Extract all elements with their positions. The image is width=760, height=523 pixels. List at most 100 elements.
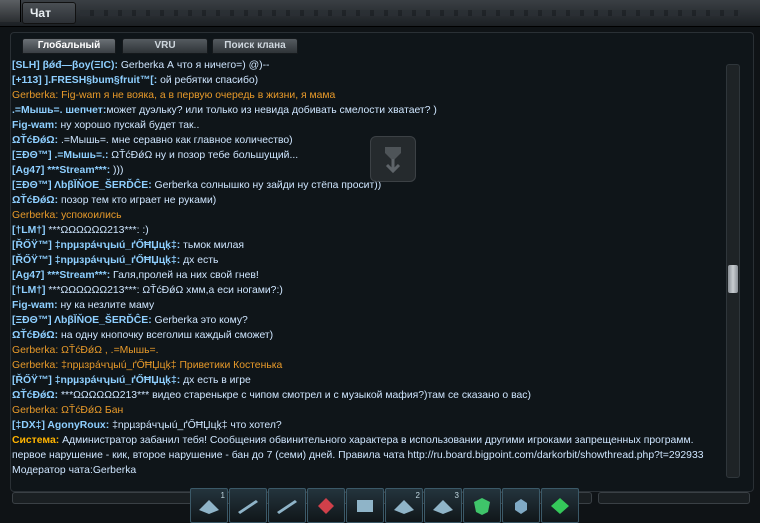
slot-quantity: 3: [454, 491, 459, 500]
message-text: Администратор забанил тебя! Сообщения об…: [12, 435, 704, 476]
message-author[interactable]: [ΞĐΘ™] .=Мышь=.:: [12, 150, 108, 161]
laser-icon: [277, 500, 297, 514]
chat-message: Gerberka: ‡npµɜpáчʮыú_ґŐĦЏцķ‡ Приветики …: [12, 358, 718, 373]
message-author[interactable]: Fig-wam:: [12, 300, 58, 311]
message-text: .=Мышь=. мне серавно как главное количес…: [58, 135, 293, 146]
chat-scrollbar[interactable]: [726, 64, 740, 478]
message-text: Gerberka солнышко ну зайди ну стёпа прос…: [151, 180, 382, 191]
laser-icon: [238, 500, 258, 514]
message-text: успокоились: [58, 210, 122, 221]
chat-message: [ΞĐΘ™] ΛbβĬŇOE_ŠERĎĈE: Gerberka это кому…: [12, 313, 718, 328]
mine-icon: [318, 498, 334, 514]
chat-log[interactable]: [SLH] βǿđ—βoy(ΞIC): Gerberka А что я нич…: [12, 58, 718, 478]
tab-clan-search[interactable]: Поиск клана: [212, 38, 298, 54]
message-text: дх есть в игре: [180, 375, 251, 386]
message-text: ну ка незлите маму: [57, 300, 155, 311]
repair-icon: [551, 498, 569, 514]
message-author[interactable]: Gerberka:: [12, 405, 58, 416]
action-slot[interactable]: [229, 488, 267, 523]
action-slot[interactable]: [502, 488, 540, 523]
message-author[interactable]: ΩŤćĐǿΩ:: [12, 330, 58, 341]
scrollbar-thumb[interactable]: [728, 265, 738, 293]
action-slot[interactable]: [463, 488, 501, 523]
message-author[interactable]: [SLH] βǿđ—βoy(ΞIC):: [12, 60, 118, 71]
chat-input-secondary[interactable]: [598, 492, 750, 504]
chat-message: ΩŤćĐǿΩ: позор тем кто играет не руками): [12, 193, 718, 208]
message-author[interactable]: ΩŤćĐǿΩ:: [12, 195, 58, 206]
chat-message: [ŘŐŸ™] ‡npµɜpáчʮыú_ґŐĦЏцķ‡: дх есть: [12, 253, 718, 268]
message-author[interactable]: [ŘŐŸ™] ‡npµɜpáчʮыú_ґŐĦЏцķ‡:: [12, 255, 180, 266]
message-text: Gerberka А что я ничего=) @)--: [117, 60, 270, 71]
slot-quantity: 2: [415, 491, 420, 500]
chat-message: ΩŤćĐǿΩ: ***ΩΩΩΩΩΩ213*** видео старенькре…: [12, 388, 718, 403]
chat-message: Fig-wam: ну хорошо пускай будет так..: [12, 118, 718, 133]
message-author[interactable]: Fig-wam:: [12, 120, 58, 131]
message-author[interactable]: [ΞĐΘ™] ΛbβĬŇOE_ŠERĎĈE:: [12, 180, 152, 191]
chat-message: Gerberka: ΩŤćĐǿΩ , .=Мышь=.: [12, 343, 718, 358]
message-author[interactable]: [ΞĐΘ™] ΛbβĬŇOE_ŠERĎĈE:: [12, 315, 152, 326]
message-author[interactable]: Система:: [12, 435, 59, 446]
action-slot[interactable]: 2: [385, 488, 423, 523]
chat-message: [Ag47] ***Stream***: ))): [12, 163, 718, 178]
chat-message: [SLH] βǿđ—βoy(ΞIC): Gerberka А что я нич…: [12, 58, 718, 73]
message-text: ну хорошо пускай будет так..: [57, 120, 200, 131]
slot-quantity: 1: [220, 491, 225, 500]
message-text: Gerberka это кому?: [151, 315, 248, 326]
tab-vru[interactable]: VRU: [122, 38, 208, 54]
window-title: Чат: [30, 6, 51, 20]
gear-icon: [515, 499, 527, 514]
action-slot[interactable]: [307, 488, 345, 523]
message-author[interactable]: [‡DX‡] AgonyRoux:: [12, 420, 109, 431]
message-author[interactable]: [Ag47] ***Stream***:: [12, 270, 110, 281]
message-author[interactable]: Gerberka:: [12, 360, 58, 371]
message-text: ΩŤćĐǿΩ ну и позор тебе большущий...: [108, 150, 299, 161]
message-text: Fig-wam я не вояка, а в первую очередь в…: [58, 90, 336, 101]
chat-message: ΩŤćĐǿΩ: .=Мышь=. мне серавно как главное…: [12, 133, 718, 148]
message-author[interactable]: Gerberka:: [12, 210, 58, 221]
message-text: позор тем кто играет не руками): [58, 195, 217, 206]
message-text: ‡npµɜpáчʮыú_ґŐĦЏцķ‡ что хотел?: [109, 420, 282, 431]
message-author[interactable]: [ŘŐŸ™] ‡npµɜpáчʮыú_ґŐĦЏцķ‡:: [12, 375, 180, 386]
message-author[interactable]: ΩŤćĐǿΩ:: [12, 390, 58, 401]
titlebar-decoration: [80, 10, 740, 16]
message-text: ‡npµɜpáчʮыú_ґŐĦЏцķ‡ Приветики Костенька: [58, 360, 283, 371]
action-slot[interactable]: 3: [424, 488, 462, 523]
message-author[interactable]: [†LM†]: [12, 285, 45, 296]
message-author[interactable]: [+113] ].FRESH§bum§fruit™[:: [12, 75, 157, 86]
message-text: ΩŤćĐǿΩ , .=Мышь=.: [58, 345, 159, 356]
ship-icon: [433, 500, 453, 514]
action-slot[interactable]: [268, 488, 306, 523]
message-text: ))): [110, 165, 124, 176]
action-slot[interactable]: [541, 488, 579, 523]
tab-global[interactable]: Глобальный: [22, 38, 116, 54]
message-author[interactable]: ΩŤćĐǿΩ:: [12, 135, 58, 146]
missile-icon: [357, 500, 373, 512]
message-author[interactable]: [ŘŐŸ™] ‡npµɜpáчʮыú_ґŐĦЏцķ‡:: [12, 240, 180, 251]
chat-message: [ΞĐΘ™] ΛbβĬŇOE_ŠERĎĈE: Gerberka солнышко…: [12, 178, 718, 193]
download-icon: [370, 136, 416, 182]
message-author[interactable]: [†LM†]: [12, 225, 45, 236]
message-text: тьмок милая: [180, 240, 245, 251]
chat-message: [+113] ].FRESH§bum§fruit™[: ой ребятки с…: [12, 73, 718, 88]
message-author[interactable]: .=Мышь=. шепчет:: [12, 105, 106, 116]
message-author[interactable]: Gerberka:: [12, 90, 58, 101]
chat-message: [ŘŐŸ™] ‡npµɜpáчʮыú_ґŐĦЏцķ‡: тьмок милая: [12, 238, 718, 253]
message-text: ***ΩΩΩΩΩΩ213***: ΩŤćĐǿΩ хмм,а еси ногами…: [45, 285, 283, 296]
chat-message: Gerberka: ΩŤćĐǿΩ Бан: [12, 403, 718, 418]
message-text: на одну кнопочку всеголиш каждый сможет): [58, 330, 274, 341]
chat-message: [‡DX‡] AgonyRoux: ‡npµɜpáчʮыú_ґŐĦЏцķ‡ чт…: [12, 418, 718, 433]
message-text: дх есть: [180, 255, 219, 266]
system-message: Система: Администратор забанил тебя! Соо…: [12, 433, 718, 478]
chat-message: [ŘŐŸ™] ‡npµɜpáчʮыú_ґŐĦЏцķ‡: дх есть в иг…: [12, 373, 718, 388]
action-slot[interactable]: [346, 488, 384, 523]
message-text: Галя,пролей на них свой гнев!: [110, 270, 259, 281]
chat-message: ΩŤćĐǿΩ: на одну кнопочку всеголиш каждый…: [12, 328, 718, 343]
chat-message: [Ag47] ***Stream***: Галя,пролей на них …: [12, 268, 718, 283]
message-author[interactable]: [Ag47] ***Stream***:: [12, 165, 110, 176]
message-text: ***ΩΩΩΩΩΩ213***: :): [45, 225, 149, 236]
action-slot[interactable]: 1: [190, 488, 228, 523]
action-bar: 1 2 3: [190, 488, 579, 523]
message-text: ***ΩΩΩΩΩΩ213*** видео старенькре с чипом…: [58, 390, 531, 401]
window-titlebar[interactable]: Чат: [0, 0, 760, 27]
message-author[interactable]: Gerberka:: [12, 345, 58, 356]
